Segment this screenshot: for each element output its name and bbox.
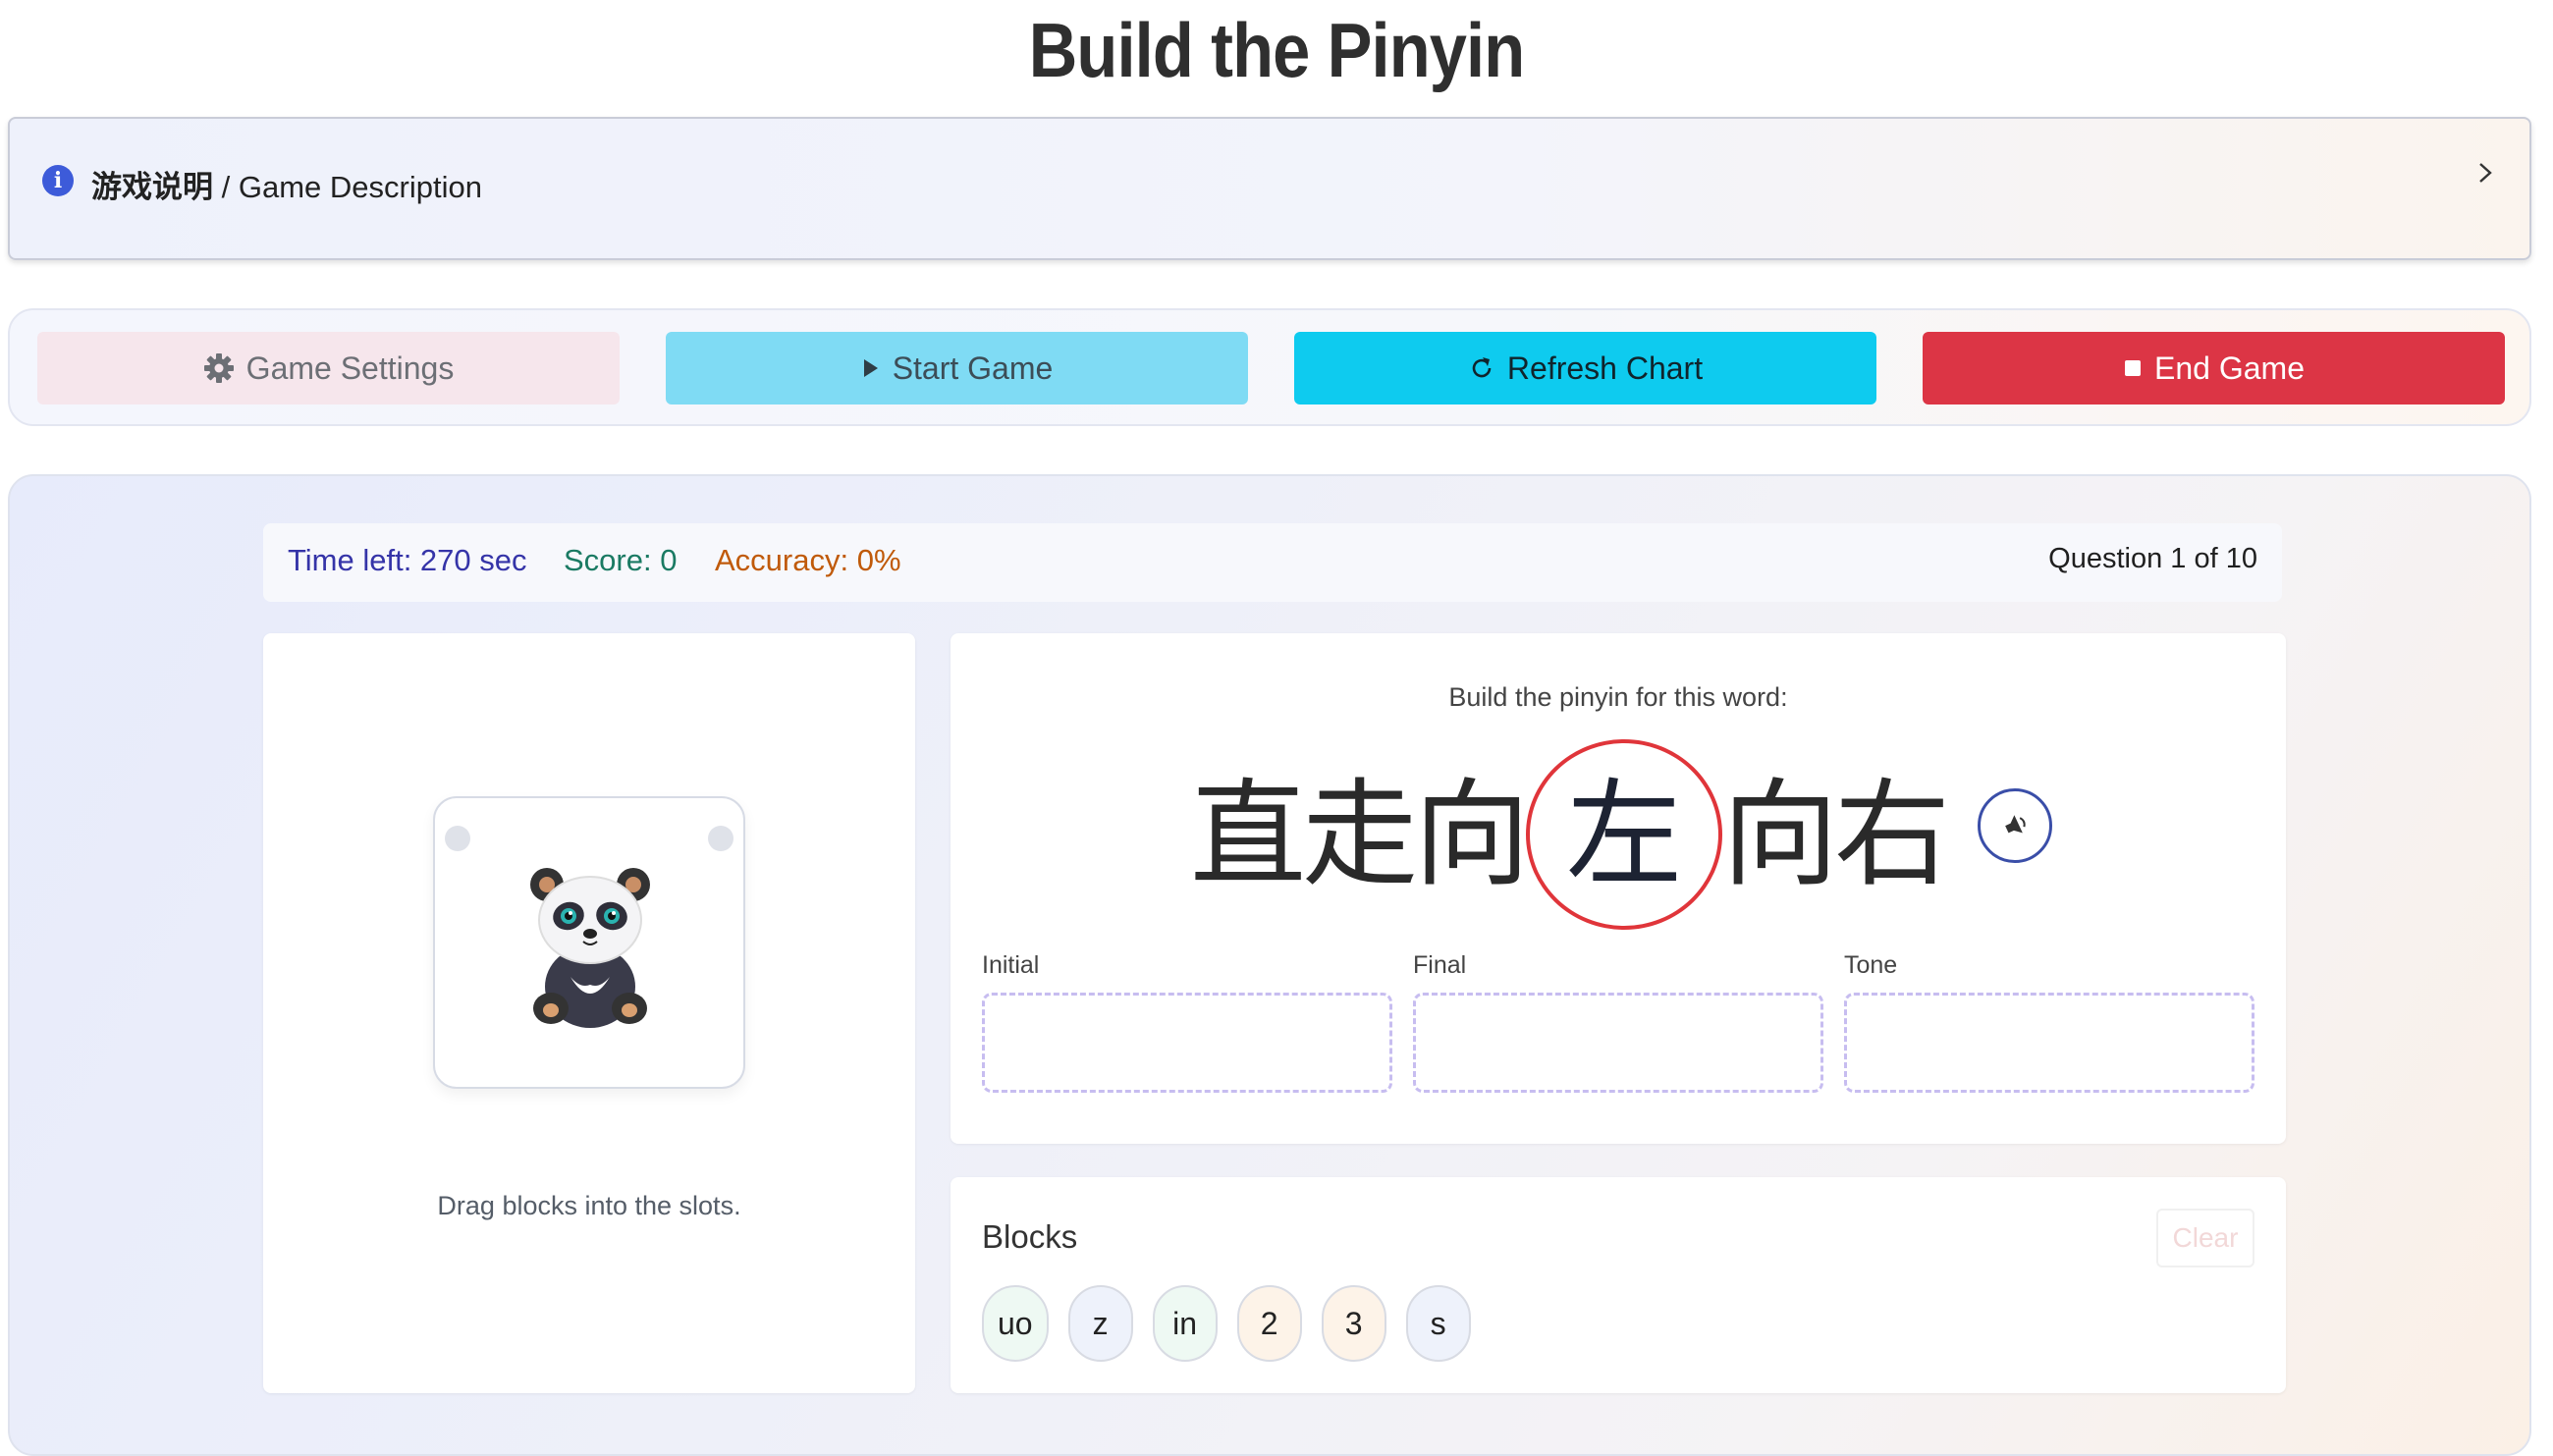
blocks-title: Blocks <box>982 1218 1078 1255</box>
stop-icon <box>2125 360 2142 376</box>
character: 向 <box>1414 767 1531 902</box>
pinyin-block[interactable]: 3 <box>1321 1285 1386 1362</box>
pinyin-block[interactable]: s <box>1405 1285 1471 1362</box>
clear-button[interactable]: Clear <box>2156 1209 2254 1267</box>
target-character: 左 <box>1526 739 1722 930</box>
gear-icon <box>203 353 234 383</box>
mascot-frame <box>433 796 745 1089</box>
frame-dot <box>445 826 470 851</box>
game-area: Time left: 270 sec Score: 0 Accuracy: 0%… <box>8 474 2531 1456</box>
game-settings-button[interactable]: Game Settings <box>37 332 620 404</box>
pinyin-block[interactable]: in <box>1152 1285 1218 1362</box>
tone-slot[interactable] <box>1844 993 2254 1093</box>
page-title: Build the Pinyin <box>1028 7 1525 93</box>
initial-label: Initial <box>982 951 1040 979</box>
character: 直 <box>1190 767 1307 902</box>
accuracy: Accuracy: 0% <box>715 543 901 577</box>
time-left: Time left: 270 sec <box>288 543 527 577</box>
character: 右 <box>1834 767 1951 902</box>
controls-bar: Game Settings Start Game Refresh Chart E… <box>8 308 2531 426</box>
blocks-card: Blocks Clear uo z in 2 3 s <box>951 1177 2286 1393</box>
score: Score: 0 <box>564 543 678 577</box>
pinyin-block[interactable]: z <box>1067 1285 1133 1362</box>
stats-bar: Time left: 270 sec Score: 0 Accuracy: 0%… <box>263 523 2282 602</box>
final-slot[interactable] <box>1413 993 1823 1093</box>
pinyin-block[interactable]: 2 <box>1236 1285 1302 1362</box>
start-game-button[interactable]: Start Game <box>666 332 1248 404</box>
frame-dot <box>708 826 733 851</box>
play-audio-button[interactable] <box>1978 788 2052 863</box>
refresh-icon <box>1472 357 1492 378</box>
block-list: uo z in 2 3 s <box>982 1285 1471 1362</box>
chevron-right-icon <box>2479 163 2492 183</box>
panda-mascot-icon <box>530 868 650 1028</box>
word-prompt: Build the pinyin for this word: <box>1448 682 1788 712</box>
info-icon: i <box>42 165 74 196</box>
refresh-chart-button[interactable]: Refresh Chart <box>1294 332 1876 404</box>
game-description-label: 游戏说明 / Game Description <box>91 170 482 205</box>
character: 向 <box>1722 767 1839 902</box>
pinyin-block[interactable]: uo <box>982 1285 1049 1362</box>
tone-label: Tone <box>1844 951 1898 979</box>
character: 走 <box>1302 767 1419 902</box>
mascot-card: Drag blocks into the slots. <box>263 633 915 1393</box>
word-card: Build the pinyin for this word: 直 走 向 左 … <box>951 633 2286 1144</box>
initial-slot[interactable] <box>982 993 1392 1093</box>
drag-hint: Drag blocks into the slots. <box>437 1191 741 1220</box>
play-icon <box>863 359 878 377</box>
word-characters: 直 走 向 左 向 右 <box>1190 739 1951 930</box>
end-game-button[interactable]: End Game <box>1923 332 2505 404</box>
game-description-toggle[interactable]: i 游戏说明 / Game Description <box>8 117 2531 260</box>
final-label: Final <box>1413 951 1467 979</box>
speaker-icon <box>2005 815 2026 834</box>
question-counter: Question 1 of 10 <box>2048 543 2257 574</box>
